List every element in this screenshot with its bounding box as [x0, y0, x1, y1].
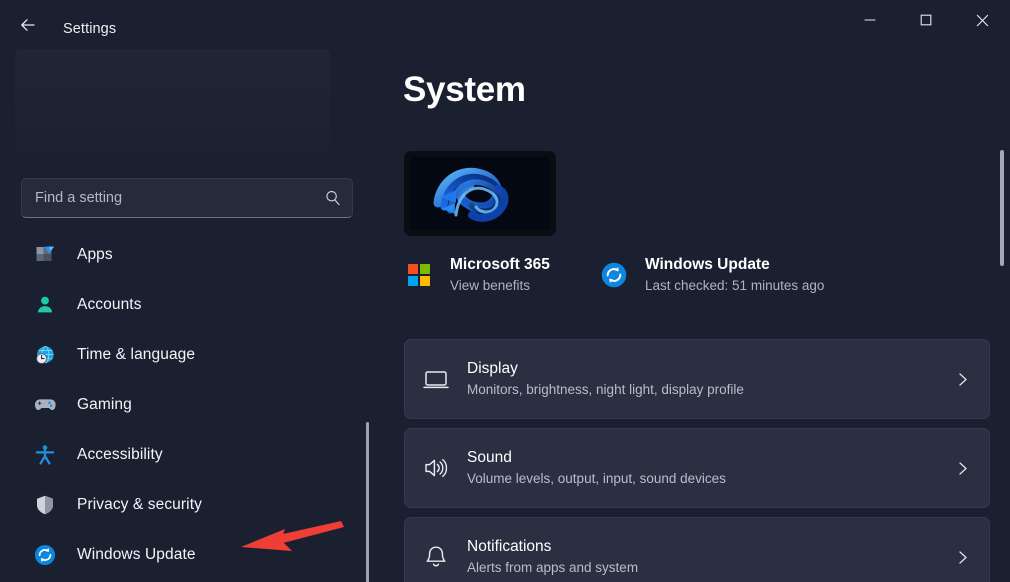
user-profile-card-dimmed	[15, 49, 330, 159]
windows-update-text: Windows Update Last checked: 51 minutes …	[645, 255, 824, 295]
sidebar-scrollbar[interactable]	[366, 422, 369, 582]
microsoft-365-text: Microsoft 365 View benefits	[450, 255, 550, 295]
chevron-right-icon[interactable]	[935, 372, 989, 387]
settings-card-sound[interactable]: Sound Volume levels, output, input, soun…	[404, 428, 990, 508]
main-scrollbar[interactable]	[1000, 150, 1004, 266]
search-icon[interactable]	[314, 189, 352, 207]
windows-update-info[interactable]: Windows Update Last checked: 51 minutes …	[599, 255, 824, 295]
minimize-icon	[864, 14, 876, 26]
windows-update-icon	[30, 542, 60, 568]
page-title: System	[403, 70, 526, 110]
device-preview-thumbnail	[404, 151, 556, 236]
sidebar-item-label: Accounts	[77, 296, 142, 314]
info-title: Windows Update	[645, 255, 824, 274]
accessibility-icon	[30, 442, 60, 468]
main-content: System	[380, 47, 1010, 582]
back-arrow-icon	[18, 15, 38, 35]
close-icon	[976, 14, 989, 27]
card-subtitle: Monitors, brightness, night light, displ…	[467, 380, 935, 400]
microsoft-logo-icon	[404, 260, 434, 290]
info-title: Microsoft 365	[450, 255, 550, 274]
chevron-right-icon[interactable]	[935, 550, 989, 565]
windows-update-icon	[599, 260, 629, 290]
sidebar-item-label: Windows Update	[77, 546, 196, 564]
chevron-right-icon[interactable]	[935, 461, 989, 476]
sidebar-item-privacy-security[interactable]: Privacy & security	[0, 480, 380, 530]
sidebar-item-accessibility[interactable]: Accessibility	[0, 430, 380, 480]
display-monitor-icon	[405, 365, 467, 393]
gaming-icon	[30, 392, 60, 418]
sidebar-item-gaming[interactable]: Gaming	[0, 380, 380, 430]
sidebar-item-label: Accessibility	[77, 446, 163, 464]
card-subtitle: Volume levels, output, input, sound devi…	[467, 469, 935, 489]
minimize-button[interactable]	[842, 0, 898, 40]
close-button[interactable]	[954, 0, 1010, 40]
card-subtitle: Alerts from apps and system	[467, 558, 935, 578]
settings-card-display[interactable]: Display Monitors, brightness, night ligh…	[404, 339, 990, 419]
maximize-icon	[920, 14, 932, 26]
settings-card-text: Notifications Alerts from apps and syste…	[467, 536, 935, 578]
window-controls	[842, 0, 1010, 40]
time-language-icon	[30, 342, 60, 368]
card-title: Display	[467, 358, 935, 379]
sidebar-item-label: Gaming	[77, 396, 132, 414]
sidebar-item-label: Privacy & security	[77, 496, 202, 514]
info-subtitle: Last checked: 51 minutes ago	[645, 276, 824, 295]
settings-window: Settings	[0, 0, 1010, 582]
maximize-button[interactable]	[898, 0, 954, 40]
card-title: Sound	[467, 447, 935, 468]
info-row: Microsoft 365 View benefits Windows Upda…	[404, 255, 994, 303]
card-title: Notifications	[467, 536, 935, 557]
sidebar-item-time-language[interactable]: Time & language	[0, 330, 380, 380]
sound-speaker-icon	[405, 454, 467, 482]
sidebar-item-apps[interactable]: Apps	[0, 230, 380, 280]
back-button[interactable]	[9, 11, 47, 39]
sidebar-item-accounts[interactable]: Accounts	[0, 280, 380, 330]
sidebar: Apps Accounts	[0, 47, 380, 582]
accounts-icon	[30, 292, 60, 318]
settings-card-list: Display Monitors, brightness, night ligh…	[404, 339, 990, 582]
title-bar: Settings	[0, 0, 1010, 47]
sidebar-nav-list: Apps Accounts	[0, 230, 380, 580]
settings-card-notifications[interactable]: Notifications Alerts from apps and syste…	[404, 517, 990, 582]
info-subtitle[interactable]: View benefits	[450, 276, 550, 295]
sidebar-item-label: Apps	[77, 246, 113, 264]
settings-card-text: Display Monitors, brightness, night ligh…	[467, 358, 935, 400]
search-box[interactable]	[21, 178, 353, 218]
microsoft-365-info[interactable]: Microsoft 365 View benefits	[404, 255, 550, 295]
settings-card-text: Sound Volume levels, output, input, soun…	[467, 447, 935, 489]
notifications-bell-icon	[405, 543, 467, 571]
device-preview-image	[410, 157, 550, 230]
window-title: Settings	[63, 21, 116, 37]
sidebar-item-windows-update[interactable]: Windows Update	[0, 530, 380, 580]
apps-icon	[30, 242, 60, 268]
privacy-security-icon	[30, 492, 60, 518]
sidebar-item-label: Time & language	[77, 346, 195, 364]
search-input[interactable]	[22, 190, 314, 206]
